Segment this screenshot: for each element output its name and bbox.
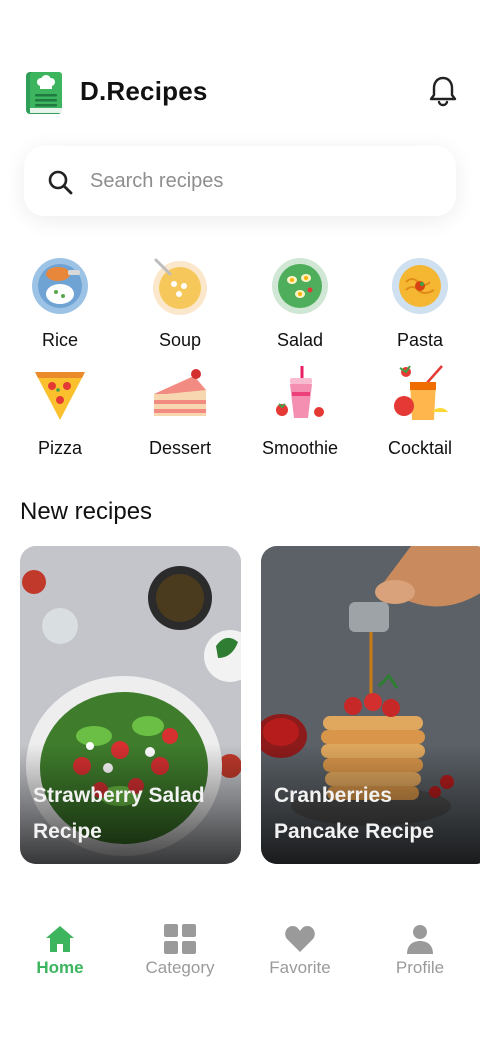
- nav-item-home[interactable]: Home: [0, 918, 120, 982]
- category-label: Dessert: [148, 438, 211, 458]
- recipe-card-title: Cranberries Pancake Recipe: [274, 784, 434, 843]
- nav-label: Home: [36, 958, 84, 977]
- recipe-card-strawberry-salad[interactable]: Strawberry Salad Recipe: [20, 546, 241, 864]
- nav-label: Favorite: [269, 958, 331, 977]
- app-title: D.Recipes: [80, 76, 208, 106]
- nav-label: Category: [145, 958, 215, 977]
- pasta-plate-icon: [392, 258, 448, 314]
- category-label: Smoothie: [261, 438, 339, 458]
- category-label: Pasta: [396, 330, 444, 350]
- category-pizza[interactable]: Pizza: [0, 360, 120, 468]
- nav-item-favorite[interactable]: Favorite: [240, 918, 360, 982]
- rice-bowl-icon: [32, 258, 88, 314]
- search-bar[interactable]: [24, 146, 456, 216]
- recipe-card-cranberries-pancake[interactable]: Cranberries Pancake Recipe: [261, 546, 480, 864]
- category-pasta[interactable]: Pasta: [360, 252, 480, 360]
- recipe-card-title: Strawberry Salad Recipe: [33, 784, 205, 843]
- category-cocktail[interactable]: Cocktail: [360, 360, 480, 468]
- salad-bowl-icon: [272, 258, 328, 314]
- smoothie-cup-icon: [276, 366, 324, 418]
- recipe-book-logo-icon: [26, 72, 62, 114]
- nav-item-category[interactable]: Category: [120, 918, 240, 982]
- home-icon: [46, 926, 74, 952]
- category-label: Rice: [41, 330, 78, 350]
- cake-slice-icon: [154, 369, 206, 416]
- category-dessert[interactable]: Dessert: [120, 360, 240, 468]
- category-label: Soup: [158, 330, 202, 350]
- grid-icon: [164, 924, 196, 954]
- section-title-new-recipes: New recipes: [20, 498, 153, 525]
- category-grid: Rice Soup Salad Pasta Pizza Dessert Smoo…: [0, 252, 480, 472]
- notification-bell-icon[interactable]: [428, 74, 458, 108]
- category-smoothie[interactable]: Smoothie: [240, 360, 360, 468]
- pizza-slice-icon: [35, 372, 85, 420]
- new-recipes-carousel[interactable]: Strawberry Salad Recipe Cranberries Panc…: [0, 546, 480, 866]
- category-salad[interactable]: Salad: [240, 252, 360, 360]
- category-soup[interactable]: Soup: [120, 252, 240, 360]
- soup-bowl-icon: [153, 258, 207, 315]
- category-label: Pizza: [37, 438, 82, 458]
- nav-item-profile[interactable]: Profile: [360, 918, 480, 982]
- search-icon: [48, 170, 73, 195]
- category-rice[interactable]: Rice: [0, 252, 120, 360]
- search-input[interactable]: [90, 164, 430, 198]
- cocktail-glass-icon: [394, 365, 448, 420]
- category-label: Salad: [276, 330, 324, 350]
- app-header: D.Recipes: [0, 60, 480, 124]
- category-label: Cocktail: [387, 438, 453, 458]
- user-icon: [407, 925, 433, 954]
- nav-label: Profile: [395, 958, 445, 977]
- bottom-navigation: Home Category Favorite Profile: [0, 918, 480, 988]
- heart-icon: [285, 926, 315, 952]
